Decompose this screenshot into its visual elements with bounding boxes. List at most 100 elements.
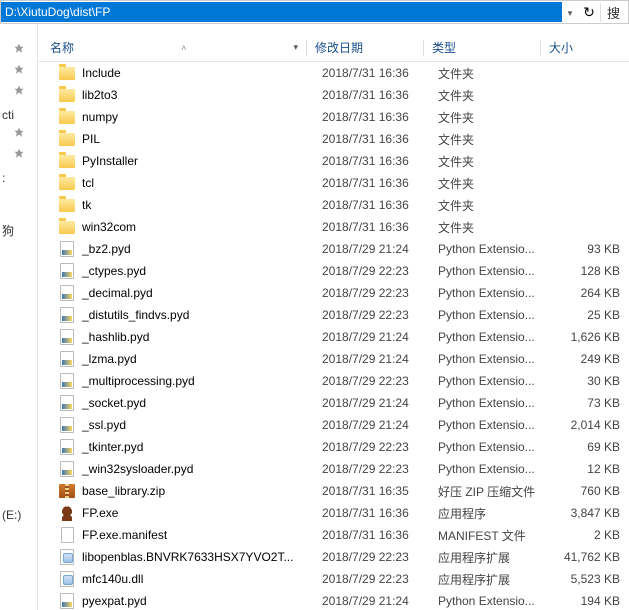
exe-icon	[58, 504, 76, 522]
file-row[interactable]: tk2018/7/31 16:36文件夹	[38, 194, 629, 216]
pyd-icon	[58, 460, 76, 478]
pin-icon[interactable]	[0, 148, 37, 163]
file-size: 5,523 KB	[554, 572, 624, 586]
file-name: _distutils_findvs.pyd	[82, 308, 322, 322]
file-type: Python Extensio...	[438, 396, 554, 410]
file-row[interactable]: PyInstaller2018/7/31 16:36文件夹	[38, 150, 629, 172]
file-row[interactable]: PIL2018/7/31 16:36文件夹	[38, 128, 629, 150]
file-date: 2018/7/29 22:23	[322, 308, 438, 322]
column-header-date[interactable]: 修改日期	[307, 39, 423, 56]
file-row[interactable]: Include2018/7/31 16:36文件夹	[38, 62, 629, 84]
file-name: _lzma.pyd	[82, 352, 322, 366]
file-row[interactable]: _lzma.pyd2018/7/29 21:24Python Extensio.…	[38, 348, 629, 370]
file-type: Python Extensio...	[438, 594, 554, 608]
file-row[interactable]: _ctypes.pyd2018/7/29 22:23Python Extensi…	[38, 260, 629, 282]
column-header-name[interactable]: 名称 ˄ ▾	[38, 39, 306, 56]
file-date: 2018/7/29 22:23	[322, 550, 438, 564]
sidebar: cti : 狗 (E:)	[0, 24, 38, 610]
file-row[interactable]: _bz2.pyd2018/7/29 21:24Python Extensio..…	[38, 238, 629, 260]
file-date: 2018/7/29 22:23	[322, 462, 438, 476]
column-header-size[interactable]: 大小	[541, 39, 611, 56]
file-row[interactable]: tcl2018/7/31 16:36文件夹	[38, 172, 629, 194]
file-date: 2018/7/29 21:24	[322, 352, 438, 366]
sidebar-item[interactable]: 狗	[0, 224, 37, 240]
file-date: 2018/7/29 22:23	[322, 374, 438, 388]
column-header-type[interactable]: 类型	[424, 39, 540, 56]
file-name: libopenblas.BNVRK7633HSX7YVO2T...	[82, 550, 322, 564]
file-row[interactable]: win32com2018/7/31 16:36文件夹	[38, 216, 629, 238]
sidebar-item[interactable]: cti	[0, 108, 37, 124]
file-type: 文件夹	[438, 153, 554, 170]
column-header-name-label: 名称	[50, 39, 74, 56]
file-row[interactable]: libopenblas.BNVRK7633HSX7YVO2T...2018/7/…	[38, 546, 629, 568]
file-row[interactable]: mfc140u.dll2018/7/29 22:23应用程序扩展5,523 KB	[38, 568, 629, 590]
refresh-icon[interactable]: ↻	[578, 4, 600, 21]
file-size: 25 KB	[554, 308, 624, 322]
file-date: 2018/7/31 16:36	[322, 198, 438, 212]
dll-icon	[58, 548, 76, 566]
folder-icon	[58, 152, 76, 170]
folder-icon	[58, 108, 76, 126]
file-size: 128 KB	[554, 264, 624, 278]
file-type: 文件夹	[438, 175, 554, 192]
sidebar-item[interactable]: (E:)	[0, 508, 37, 524]
file-row[interactable]: _win32sysloader.pyd2018/7/29 22:23Python…	[38, 458, 629, 480]
file-row[interactable]: numpy2018/7/31 16:36文件夹	[38, 106, 629, 128]
pin-icon[interactable]	[0, 127, 37, 142]
file-date: 2018/7/31 16:36	[322, 88, 438, 102]
folder-icon	[58, 174, 76, 192]
file-type: Python Extensio...	[438, 330, 554, 344]
file-name: Include	[82, 66, 322, 80]
sidebar-item[interactable]: :	[0, 171, 37, 187]
file-type: Python Extensio...	[438, 462, 554, 476]
pin-icon[interactable]	[0, 64, 37, 79]
file-row[interactable]: _decimal.pyd2018/7/29 22:23Python Extens…	[38, 282, 629, 304]
file-size: 1,626 KB	[554, 330, 624, 344]
folder-icon	[58, 218, 76, 236]
file-row[interactable]: _socket.pyd2018/7/29 21:24Python Extensi…	[38, 392, 629, 414]
file-date: 2018/7/31 16:36	[322, 220, 438, 234]
file-row[interactable]: _hashlib.pyd2018/7/29 21:24Python Extens…	[38, 326, 629, 348]
address-dropdown-icon[interactable]: ▾	[562, 5, 578, 19]
file-row[interactable]: pyexpat.pyd2018/7/29 21:24Python Extensi…	[38, 590, 629, 610]
file-type: MANIFEST 文件	[438, 527, 554, 544]
file-type: 应用程序扩展	[438, 549, 554, 566]
file-type: Python Extensio...	[438, 308, 554, 322]
file-name: tcl	[82, 176, 322, 190]
file-row[interactable]: _tkinter.pyd2018/7/29 22:23Python Extens…	[38, 436, 629, 458]
pyd-icon	[58, 416, 76, 434]
pyd-icon	[58, 372, 76, 390]
file-row[interactable]: FP.exe2018/7/31 16:36应用程序3,847 KB	[38, 502, 629, 524]
file-type: 文件夹	[438, 65, 554, 82]
file-date: 2018/7/31 16:36	[322, 110, 438, 124]
file-row[interactable]: _ssl.pyd2018/7/29 21:24Python Extensio..…	[38, 414, 629, 436]
file-type: 文件夹	[438, 131, 554, 148]
search-input[interactable]: 搜	[600, 3, 628, 22]
file-size: 194 KB	[554, 594, 624, 608]
file-name: _multiprocessing.pyd	[82, 374, 322, 388]
folder-icon	[58, 64, 76, 82]
file-row[interactable]: FP.exe.manifest2018/7/31 16:36MANIFEST 文…	[38, 524, 629, 546]
address-input[interactable]	[1, 2, 562, 22]
file-size: 93 KB	[554, 242, 624, 256]
file-size: 249 KB	[554, 352, 624, 366]
pyd-icon	[58, 394, 76, 412]
file-row[interactable]: _multiprocessing.pyd2018/7/29 22:23Pytho…	[38, 370, 629, 392]
pin-icon[interactable]	[0, 43, 37, 58]
file-row[interactable]: lib2to32018/7/31 16:36文件夹	[38, 84, 629, 106]
file-name: _socket.pyd	[82, 396, 322, 410]
file-date: 2018/7/29 21:24	[322, 242, 438, 256]
file-row[interactable]: _distutils_findvs.pyd2018/7/29 22:23Pyth…	[38, 304, 629, 326]
file-type: 文件夹	[438, 219, 554, 236]
file-size: 69 KB	[554, 440, 624, 454]
file-date: 2018/7/31 16:35	[322, 484, 438, 498]
file-row[interactable]: base_library.zip2018/7/31 16:35好压 ZIP 压缩…	[38, 480, 629, 502]
file-type: Python Extensio...	[438, 352, 554, 366]
file-name: mfc140u.dll	[82, 572, 322, 586]
file-type: Python Extensio...	[438, 440, 554, 454]
file-name: base_library.zip	[82, 484, 322, 498]
file-date: 2018/7/31 16:36	[322, 528, 438, 542]
pin-icon[interactable]	[0, 85, 37, 100]
file-name: PyInstaller	[82, 154, 322, 168]
chevron-down-icon[interactable]: ▾	[293, 42, 298, 53]
